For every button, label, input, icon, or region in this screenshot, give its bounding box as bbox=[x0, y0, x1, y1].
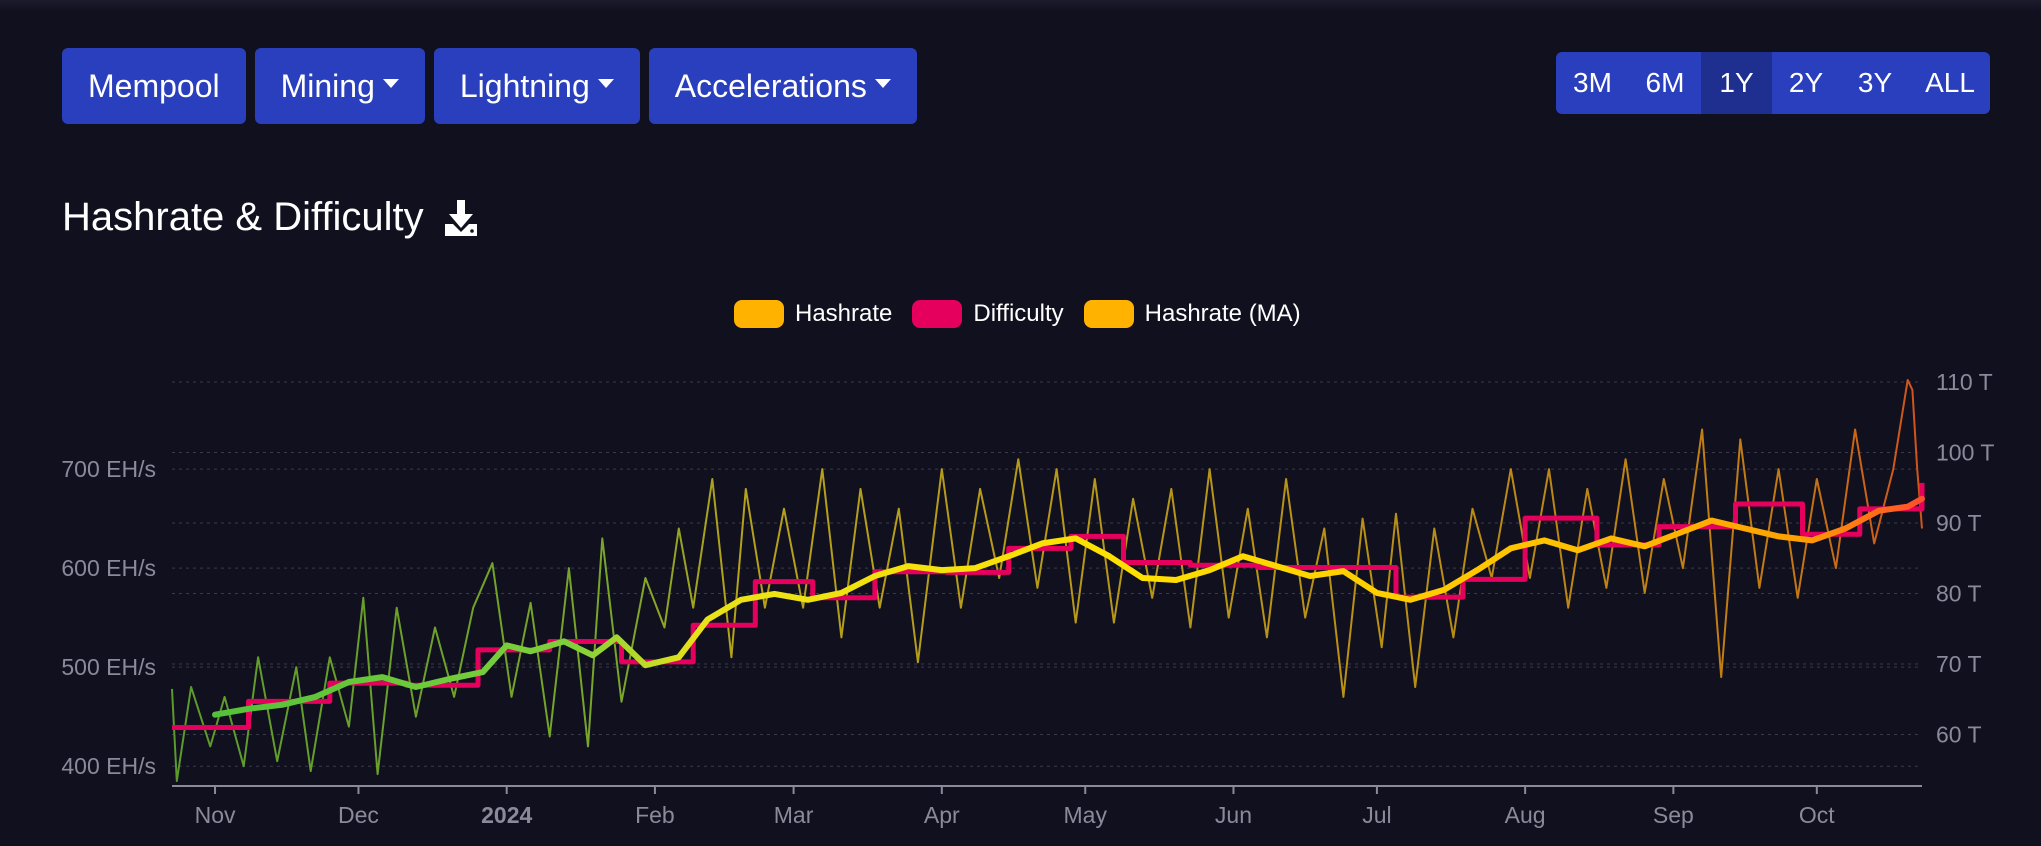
chart-axes: 60 T 70 T 80 T 90 T 100 T 110 T 400 EH/s 500 EH… bbox=[61, 369, 1994, 828]
y-right-tick-label: 60 T bbox=[1936, 722, 1982, 748]
hashrate-line bbox=[171, 379, 1923, 782]
x-tick-label: Aug bbox=[1505, 802, 1546, 828]
hashrate-difficulty-chart[interactable]: 60 T 70 T 80 T 90 T 100 T 110 T 400 EH/s 500 EH… bbox=[0, 0, 2041, 846]
x-tick-label: Apr bbox=[924, 802, 960, 828]
x-tick-label: Sep bbox=[1653, 802, 1694, 828]
x-tick-label: Nov bbox=[195, 802, 236, 828]
x-tick-label: Jul bbox=[1362, 802, 1391, 828]
y-right-tick-label: 80 T bbox=[1936, 581, 1982, 607]
x-tick-label: Feb bbox=[635, 802, 675, 828]
x-tick-label: Jun bbox=[1215, 802, 1252, 828]
x-tick-label: Dec bbox=[338, 802, 379, 828]
x-tick-label: Oct bbox=[1799, 802, 1835, 828]
x-tick-label: 2024 bbox=[481, 802, 532, 828]
x-tick-label: Mar bbox=[774, 802, 814, 828]
y-right-tick-label: 110 T bbox=[1936, 369, 1993, 395]
y-left-tick-label: 700 EH/s bbox=[61, 456, 156, 482]
chart-series bbox=[171, 379, 1925, 782]
y-left-tick-label: 600 EH/s bbox=[61, 555, 156, 581]
y-left-tick-label: 500 EH/s bbox=[61, 654, 156, 680]
difficulty-line bbox=[172, 482, 1925, 730]
y-left-tick-label: 400 EH/s bbox=[61, 753, 156, 779]
chart-grid bbox=[172, 381, 1922, 767]
y-right-tick-label: 70 T bbox=[1936, 651, 1982, 677]
hashrate-ma-line bbox=[212, 495, 1925, 718]
y-right-tick-label: 100 T bbox=[1936, 440, 1994, 466]
y-right-tick-label: 90 T bbox=[1936, 510, 1982, 536]
x-tick-label: May bbox=[1064, 802, 1108, 828]
